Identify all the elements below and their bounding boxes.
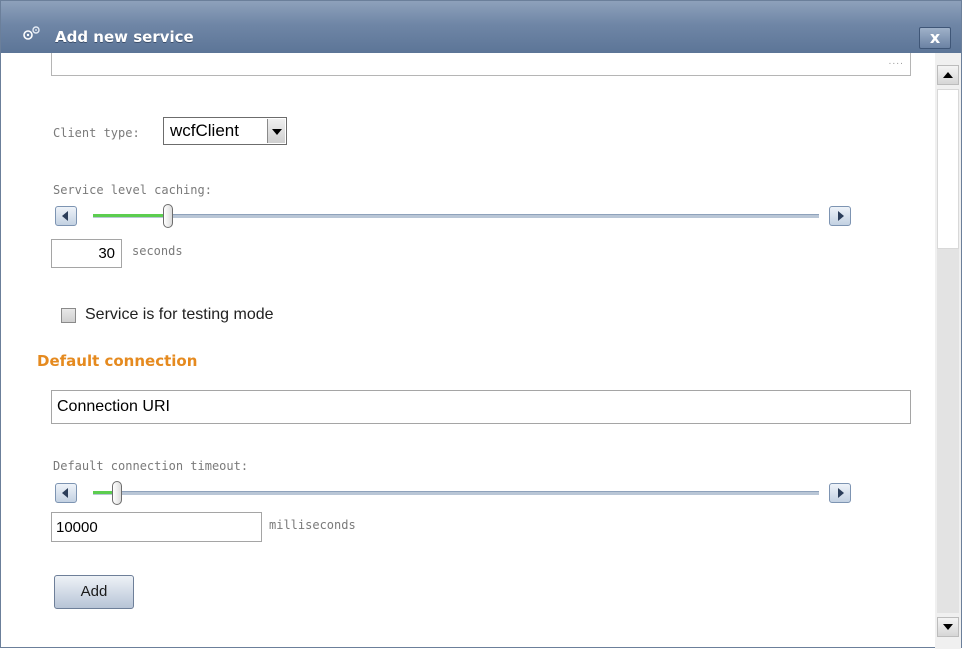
client-type-select[interactable]: wcfClient	[163, 117, 287, 145]
caching-increase-button[interactable]	[829, 206, 851, 226]
timeout-decrease-button[interactable]	[55, 483, 77, 503]
caching-slider-track[interactable]	[93, 214, 819, 218]
add-button[interactable]: Add	[54, 575, 134, 609]
dialog-title: Add new service	[55, 28, 194, 46]
caching-slider-fill	[93, 214, 166, 217]
testing-mode-checkbox[interactable]	[61, 308, 76, 323]
scroll-up-arrow-icon[interactable]	[937, 65, 959, 85]
gear-icon	[23, 26, 40, 40]
caching-slider-thumb[interactable]	[163, 204, 173, 228]
timeout-slider-thumb[interactable]	[112, 481, 122, 505]
add-service-dialog: Add new service x .... Client type: wcfC…	[0, 0, 962, 649]
timeout-label: Default connection timeout:	[53, 459, 249, 473]
chevron-down-icon[interactable]	[267, 119, 285, 143]
add-button-label: Add	[80, 583, 108, 600]
vertical-scrollbar[interactable]	[935, 53, 961, 649]
scrollbar-thumb[interactable]	[937, 89, 959, 249]
testing-mode-label[interactable]: Service is for testing mode	[85, 306, 274, 324]
dialog-content: .... Client type: wcfClient Service leve…	[1, 53, 935, 649]
close-icon: x	[929, 28, 941, 47]
caching-decrease-button[interactable]	[55, 206, 77, 226]
dialog-titlebar[interactable]: Add new service x	[1, 1, 961, 53]
ellipsis-icon: ....	[888, 57, 904, 67]
caching-unit-label: seconds	[132, 244, 183, 258]
close-button[interactable]: x	[919, 27, 951, 49]
timeout-milliseconds-input[interactable]: 10000	[51, 512, 262, 542]
caching-label: Service level caching:	[53, 183, 212, 197]
timeout-unit-label: milliseconds	[269, 518, 356, 532]
section-title-default-connection: Default connection	[37, 352, 198, 370]
client-type-value: wcfClient	[170, 121, 239, 140]
caching-seconds-value: 30	[98, 245, 115, 262]
scrollbar-track[interactable]	[937, 249, 959, 613]
connection-uri-input[interactable]: Connection URI	[51, 390, 911, 424]
timeout-increase-button[interactable]	[829, 483, 851, 503]
client-type-label: Client type:	[53, 126, 140, 140]
timeout-slider-track[interactable]	[93, 491, 819, 495]
timeout-milliseconds-value: 10000	[56, 519, 98, 536]
caching-seconds-input[interactable]: 30	[51, 239, 122, 268]
scroll-down-arrow-icon[interactable]	[937, 617, 959, 637]
top-text-field[interactable]: ....	[51, 53, 911, 76]
connection-uri-value: Connection URI	[57, 398, 170, 415]
